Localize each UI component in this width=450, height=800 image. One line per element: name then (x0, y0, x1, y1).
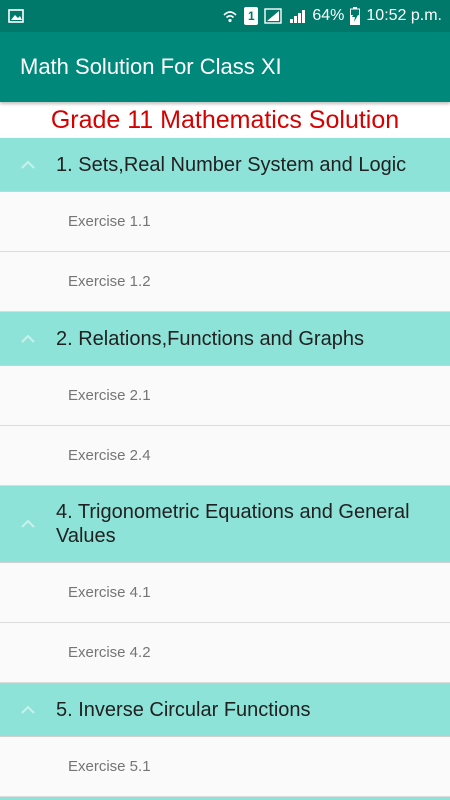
sim-card-icon: 1 (244, 7, 259, 25)
chapter-header-1[interactable]: 1. Sets,Real Number System and Logic (0, 138, 450, 192)
app-bar: Math Solution For Class XI (0, 32, 450, 102)
exercise-item-1-2[interactable]: Exercise 1.2 (0, 252, 450, 312)
exercise-item-2-4[interactable]: Exercise 2.4 (0, 426, 450, 486)
chapter-list: 1. Sets,Real Number System and Logic Exe… (0, 138, 450, 800)
image-notification-icon (8, 8, 24, 24)
wifi-calling-icon (222, 8, 238, 24)
chevron-up-icon (0, 705, 56, 715)
chapter-title: 2. Relations,Functions and Graphs (56, 327, 364, 350)
chevron-up-icon (0, 334, 56, 344)
exercise-item-4-2[interactable]: Exercise 4.2 (0, 623, 450, 683)
battery-percent: 64% (312, 7, 345, 24)
chevron-up-icon (0, 160, 56, 170)
chapter-title: 1. Sets,Real Number System and Logic (56, 153, 407, 176)
cell-signal-icon (288, 8, 306, 24)
exercise-item-2-1[interactable]: Exercise 2.1 (0, 366, 450, 426)
chapter-header-5[interactable]: 5. Inverse Circular Functions (0, 683, 450, 737)
battery-charging-icon (350, 7, 361, 25)
page-title: Grade 11 Mathematics Solution (0, 102, 450, 138)
status-bar: 1 64% 10:52 p.m. (0, 0, 450, 32)
chapter-title: 4. Trigonometric Equations and General V… (56, 501, 410, 547)
clock: 10:52 p.m. (366, 7, 442, 24)
exercise-item-1-1[interactable]: Exercise 1.1 (0, 192, 450, 252)
chevron-up-icon (0, 519, 56, 529)
signal-strength-icon (264, 8, 283, 24)
chapter-title: 5. Inverse Circular Functions (56, 698, 311, 721)
chapter-header-4[interactable]: 4. Trigonometric Equations and General V… (0, 486, 450, 563)
exercise-item-5-1[interactable]: Exercise 5.1 (0, 737, 450, 797)
exercise-item-4-1[interactable]: Exercise 4.1 (0, 563, 450, 623)
chapter-header-2[interactable]: 2. Relations,Functions and Graphs (0, 312, 450, 366)
app-title: Math Solution For Class XI (20, 54, 282, 79)
